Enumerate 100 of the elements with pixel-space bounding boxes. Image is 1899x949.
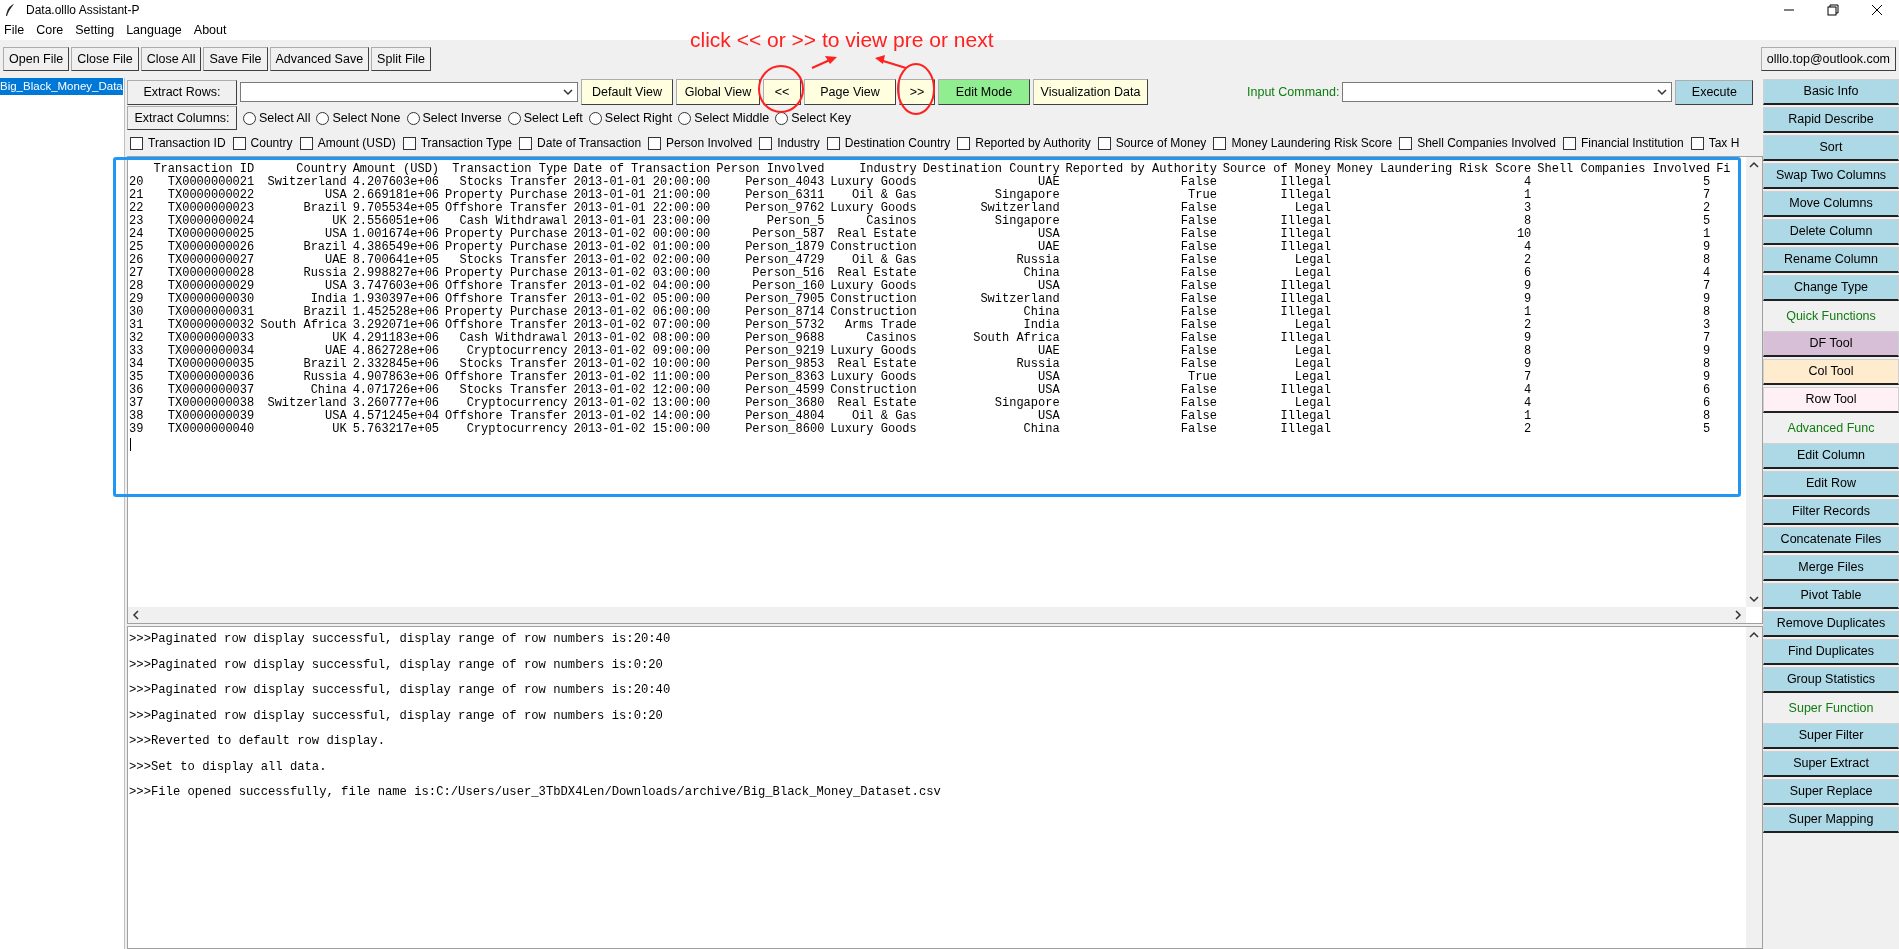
function-button[interactable]: Edit Column (1763, 443, 1899, 469)
function-button[interactable]: Swap Two Columns (1763, 163, 1899, 189)
checkbox[interactable] (759, 136, 773, 150)
function-button[interactable]: Rapid Describe (1763, 107, 1899, 133)
table-cell: 9 (1531, 371, 1711, 384)
extract-columns-label[interactable]: Extract Columns: (127, 106, 237, 130)
table-cell: Property Purchase (439, 189, 568, 202)
edit-mode-button[interactable]: Edit Mode (938, 79, 1030, 105)
execute-button[interactable]: Execute (1675, 79, 1754, 105)
scroll-down-icon[interactable] (562, 86, 574, 98)
function-button[interactable]: Merge Files (1763, 555, 1899, 581)
function-button[interactable]: Change Type (1763, 275, 1899, 301)
view-button[interactable]: Visualization Data (1033, 79, 1148, 105)
table-cell-text: USA (1037, 228, 1060, 241)
function-button[interactable]: Super Extract (1763, 751, 1899, 777)
scroll-left-icon[interactable] (130, 609, 142, 621)
checkbox[interactable] (232, 136, 246, 150)
function-button[interactable]: Concatenate Files (1763, 527, 1899, 553)
checkbox[interactable] (648, 136, 662, 150)
checkbox[interactable] (1399, 136, 1413, 150)
menu-item[interactable]: About (193, 20, 227, 40)
table-cell: Person_5 (710, 215, 825, 228)
toolbar-button[interactable]: Save File (203, 47, 268, 71)
table-cell: Illegal (1216, 384, 1331, 397)
file-list-item[interactable]: Big_Black_Money_Data (0, 78, 123, 96)
table-cell: 6 (1531, 397, 1711, 410)
table-cell: 3 (1531, 319, 1711, 332)
menu-item[interactable]: Setting (75, 20, 115, 40)
radio-button[interactable] (507, 111, 521, 125)
function-button[interactable]: Super Replace (1763, 779, 1899, 805)
scroll-down-icon[interactable] (1656, 86, 1669, 98)
function-button[interactable]: Super Filter (1763, 723, 1899, 749)
account-button[interactable]: olllo.top@outlook.com (1760, 47, 1896, 71)
page-nav-button[interactable]: << (763, 79, 801, 105)
function-button[interactable]: DF Tool (1763, 331, 1899, 357)
table-cell-text: Russia (1015, 254, 1060, 267)
table-cell: 9.705534e+05 (346, 202, 440, 215)
checkbox[interactable] (1213, 136, 1227, 150)
toolbar-button[interactable]: Advanced Save (269, 47, 370, 71)
function-button[interactable]: Find Duplicates (1763, 639, 1899, 665)
view-button[interactable]: Global View (676, 79, 760, 105)
extract-rows-combobox[interactable] (240, 82, 578, 102)
function-button[interactable]: Row Tool (1763, 387, 1899, 413)
function-button[interactable]: Super Mapping (1763, 807, 1899, 833)
radio-button[interactable] (243, 111, 256, 125)
command-combobox[interactable] (1342, 82, 1673, 102)
table-cell: Person_4043 (710, 176, 825, 189)
restore-icon[interactable] (1827, 4, 1839, 16)
checkbox[interactable] (519, 136, 533, 150)
checkbox[interactable] (130, 136, 143, 150)
function-button[interactable]: Sort (1763, 135, 1899, 161)
vertical-scrollbar[interactable] (1746, 627, 1762, 948)
checkbox[interactable] (1690, 136, 1704, 150)
radio-button[interactable] (406, 111, 420, 125)
toolbar-button[interactable]: Split File (371, 47, 432, 71)
radio-button[interactable] (678, 111, 692, 125)
table-cell: Person_9219 (710, 345, 825, 358)
checkbox[interactable] (1097, 136, 1111, 150)
function-button[interactable]: Rename Column (1763, 247, 1899, 273)
checkbox[interactable] (402, 136, 416, 150)
table-cell: Luxury Goods (824, 280, 917, 293)
function-button[interactable]: Remove Duplicates (1763, 611, 1899, 637)
extract-rows-label[interactable]: Extract Rows: (127, 79, 237, 105)
table-cell: 4.071726e+06 (346, 384, 440, 397)
checkbox[interactable] (299, 136, 313, 150)
table-cell: Luxury Goods (824, 345, 917, 358)
menu-item[interactable]: Language (126, 20, 182, 40)
toolbar-button[interactable]: Close All (140, 47, 202, 71)
function-button[interactable]: Move Columns (1763, 191, 1899, 217)
menu-item[interactable]: File (4, 20, 25, 40)
view-button[interactable]: Default View (581, 79, 673, 105)
checkbox[interactable] (1562, 136, 1576, 150)
table-cell-text: TX0000000032 (166, 319, 255, 332)
toolbar-button[interactable]: Open File (3, 47, 70, 71)
function-button[interactable]: Group Statistics (1763, 667, 1899, 693)
table-cell: Illegal (1216, 423, 1331, 436)
page-nav-button[interactable]: >> (899, 79, 935, 105)
horizontal-scrollbar[interactable] (128, 607, 1746, 623)
checkbox-label: Amount (USD) (317, 135, 396, 152)
function-button[interactable]: Basic Info (1763, 79, 1899, 105)
table-cell: False (1059, 280, 1217, 293)
function-button[interactable]: Edit Row (1763, 471, 1899, 497)
function-button[interactable]: Pivot Table (1763, 583, 1899, 609)
close-icon[interactable] (1871, 4, 1883, 16)
function-button[interactable]: Delete Column (1763, 219, 1899, 245)
table-cell-text: TX0000000039 (166, 410, 255, 423)
function-button[interactable]: Col Tool (1763, 359, 1899, 385)
toolbar-button[interactable]: Close File (71, 47, 139, 71)
function-button[interactable]: Filter Records (1763, 499, 1899, 525)
scroll-down-icon[interactable] (1748, 593, 1760, 605)
scroll-right-icon[interactable] (1732, 609, 1744, 621)
menu-item[interactable]: Core (36, 20, 64, 40)
vertical-scrollbar[interactable] (1746, 157, 1762, 607)
view-button[interactable]: Page View (804, 79, 896, 105)
checkbox[interactable] (826, 136, 840, 150)
table-cell: 9 (1531, 293, 1711, 306)
table-cell: False (1059, 358, 1217, 371)
radio-button[interactable] (588, 111, 602, 125)
checkbox[interactable] (957, 136, 971, 150)
radio-button[interactable] (316, 111, 330, 125)
